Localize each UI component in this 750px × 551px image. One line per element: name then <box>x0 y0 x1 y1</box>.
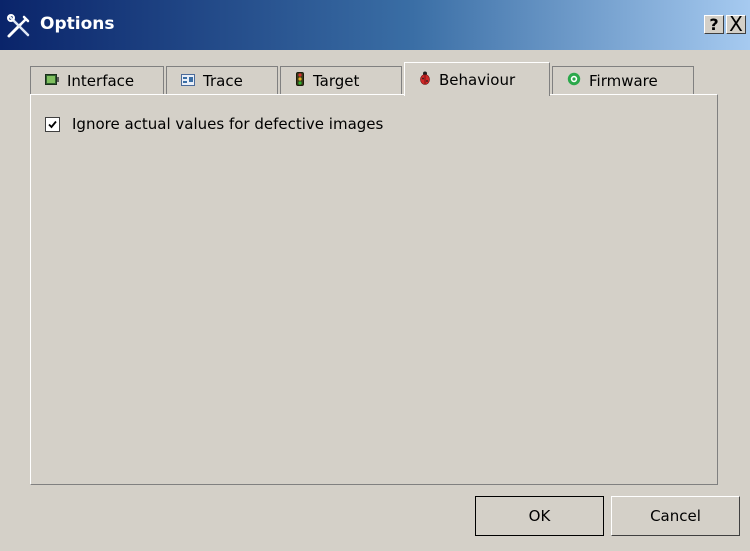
options-dialog: Options ? X Interface Trace Target Behav… <box>0 0 750 551</box>
interface-icon <box>45 72 59 90</box>
behaviour-tab-panel: Ignore actual values for defective image… <box>30 94 718 485</box>
ok-button[interactable]: OK <box>475 496 604 536</box>
help-button[interactable]: ? <box>704 15 724 34</box>
tab-firmware[interactable]: Firmware <box>552 66 694 94</box>
ignore-defective-label: Ignore actual values for defective image… <box>72 115 384 133</box>
tab-behaviour[interactable]: Behaviour <box>404 62 550 96</box>
title-bar[interactable]: Options ? X <box>0 0 750 50</box>
traffic-light-icon <box>295 71 305 90</box>
tab-label: Firmware <box>589 71 658 90</box>
cancel-button[interactable]: Cancel <box>611 496 740 536</box>
ignore-defective-checkbox[interactable] <box>45 116 60 132</box>
close-button[interactable]: X <box>726 14 746 34</box>
tab-trace[interactable]: Trace <box>166 66 278 94</box>
tab-label: Interface <box>67 71 135 90</box>
trace-icon <box>181 72 195 90</box>
ladybug-icon <box>419 71 431 89</box>
tab-interface[interactable]: Interface <box>30 66 164 94</box>
tab-label: Target <box>313 71 360 90</box>
ignore-defective-option[interactable]: Ignore actual values for defective image… <box>45 115 383 133</box>
gear-green-icon <box>567 72 581 90</box>
window-title: Options <box>40 14 115 34</box>
tab-label: Trace <box>203 71 243 90</box>
tab-target[interactable]: Target <box>280 66 402 94</box>
tools-icon <box>6 13 32 39</box>
tab-label: Behaviour <box>439 70 516 89</box>
